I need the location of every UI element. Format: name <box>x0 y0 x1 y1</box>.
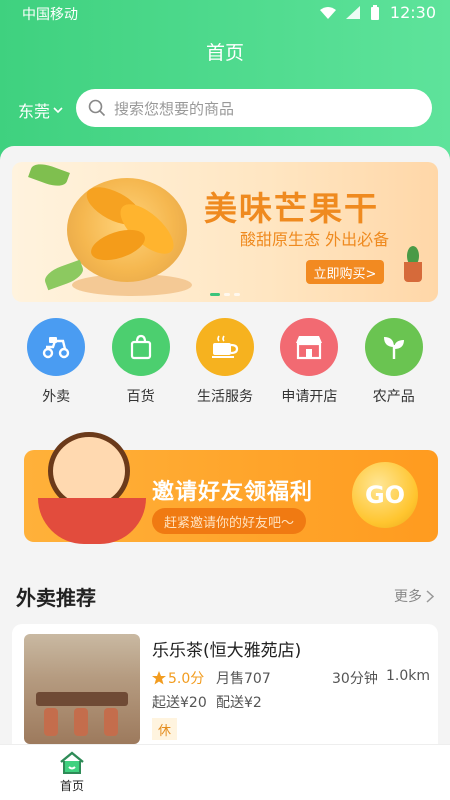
search-placeholder: 搜索您想要的商品 <box>114 99 235 118</box>
wifi-icon <box>319 6 336 19</box>
category-open-store[interactable]: 申请开店 <box>268 318 350 408</box>
main-content: 美味芒果干 酸甜原生态 外出必备 立即购买> 外卖 百货 生活服务 申请开店 农… <box>0 146 450 754</box>
city-label: 东莞 <box>18 102 51 121</box>
carousel-dot[interactable] <box>224 293 230 296</box>
city-selector[interactable]: 东莞 <box>18 98 63 122</box>
tab-label: 首页 <box>59 779 84 793</box>
category-life-services[interactable]: 生活服务 <box>184 318 266 408</box>
tab-home[interactable]: 首页 <box>46 751 98 794</box>
go-button[interactable]: GO <box>352 462 418 528</box>
category-label: 申请开店 <box>281 389 338 405</box>
clock: 12:30 <box>389 3 436 22</box>
closed-badge: 休 <box>152 718 178 740</box>
category-farm-products[interactable]: 农产品 <box>353 318 435 408</box>
search-input[interactable]: 搜索您想要的商品 <box>76 89 432 127</box>
pot-decoration <box>404 262 422 282</box>
min-order: 起送¥20 <box>152 695 207 711</box>
store-image <box>24 634 140 744</box>
page-title: 首页 <box>205 42 244 64</box>
store-distance: 1.0km <box>386 668 431 684</box>
star-icon <box>152 671 166 685</box>
leaf-decoration <box>28 162 70 190</box>
sprout-icon <box>364 318 423 376</box>
invite-banner[interactable]: 邀请好友领福利 赶紧邀请你的好友吧～ GO <box>12 428 438 550</box>
delivery-fee: 配送¥2 <box>216 695 262 711</box>
category-label: 外卖 <box>42 389 71 405</box>
category-general[interactable]: 百货 <box>100 318 182 408</box>
scooter-icon <box>27 318 86 376</box>
carousel-dot[interactable] <box>210 293 220 296</box>
home-icon <box>60 751 84 774</box>
store-card[interactable]: 乐乐茶(恒大雅苑店) 5.0分 月售707 30分钟 1.0km 起送¥20 配… <box>12 624 438 754</box>
chevron-down-icon <box>53 107 63 114</box>
store-icon <box>280 318 339 376</box>
section-title: 外卖推荐 <box>16 586 96 610</box>
invite-title: 邀请好友领福利 <box>152 480 314 505</box>
category-label: 百货 <box>126 389 155 405</box>
monthly-sales: 月售707 <box>216 671 271 687</box>
shopping-bag-icon <box>111 318 170 376</box>
banner-subtitle: 酸甜原生态 外出必备 <box>240 230 390 249</box>
promo-banner[interactable]: 美味芒果干 酸甜原生态 外出必备 立即购买> <box>12 162 438 302</box>
delivery-time: 30分钟 <box>332 671 378 687</box>
invite-subtitle: 赶紧邀请你的好友吧～ <box>152 508 307 534</box>
more-label: 更多 <box>394 589 422 605</box>
bottom-tab-bar: 首页 <box>0 744 450 800</box>
status-bar: 中国移动 12:30 <box>0 0 450 26</box>
rating-value: 5.0分 <box>168 671 205 687</box>
category-takeout[interactable]: 外卖 <box>15 318 97 408</box>
store-rating: 5.0分 <box>152 668 204 688</box>
category-label: 生活服务 <box>196 389 253 405</box>
banner-title: 美味芒果干 <box>204 189 379 228</box>
coffee-cup-icon <box>195 318 254 376</box>
carrier-label: 中国移动 <box>22 7 78 23</box>
carousel-dot[interactable] <box>234 293 240 296</box>
category-grid: 外卖 百货 生活服务 申请开店 农产品 <box>0 318 450 408</box>
search-icon <box>88 99 106 117</box>
chevron-right-icon <box>426 589 434 603</box>
category-label: 农产品 <box>372 389 415 405</box>
status-icons: 12:30 <box>319 3 436 22</box>
takeout-section-header: 外卖推荐 更多 <box>16 582 434 612</box>
carousel-indicator <box>12 293 438 296</box>
store-name: 乐乐茶(恒大雅苑店) <box>152 641 302 661</box>
signal-icon <box>345 6 360 19</box>
battery-icon <box>370 5 379 20</box>
buy-now-button[interactable]: 立即购买> <box>306 260 384 284</box>
more-link[interactable]: 更多 <box>394 586 434 606</box>
